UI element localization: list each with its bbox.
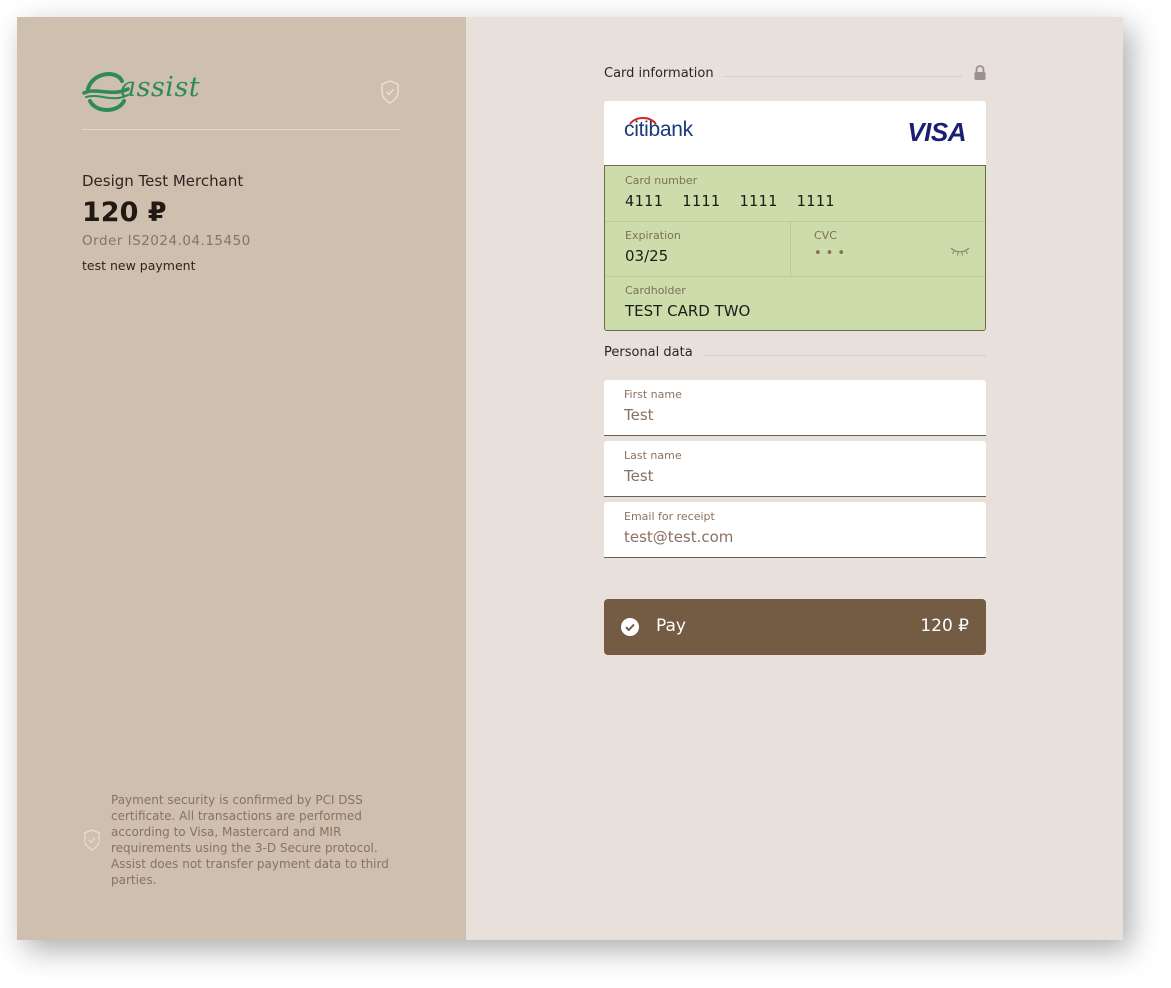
pay-button[interactable]: Pay 120 ₽: [604, 599, 986, 655]
first-name-value: Test: [624, 406, 654, 424]
card-number-value: 4111 1111 1111 1111: [625, 192, 835, 210]
cardholder-value: TEST CARD TWO: [625, 302, 751, 320]
expiration-value: 03/25: [625, 247, 669, 265]
card-number-field[interactable]: Card number 4111 1111 1111 1111: [605, 166, 985, 221]
citi-arc-icon: [629, 117, 657, 125]
expiration-label: Expiration: [625, 229, 681, 242]
email-label: Email for receipt: [624, 510, 715, 523]
card-section-title: Card information: [604, 66, 724, 81]
expiration-field[interactable]: Expiration 03/25: [605, 222, 790, 276]
card-form: citibank VISA Card number 4111 1111 1111…: [604, 101, 986, 331]
card-header: citibank VISA: [604, 101, 986, 165]
first-name-field[interactable]: First name Test: [604, 380, 986, 436]
eye-closed-icon[interactable]: [949, 245, 971, 257]
first-name-label: First name: [624, 388, 682, 401]
cvc-value: •••: [814, 246, 850, 261]
cardholder-field[interactable]: Cardholder TEST CARD TWO: [605, 277, 985, 330]
pay-button-label: Pay: [656, 616, 686, 636]
card-fields: Card number 4111 1111 1111 1111 Expirati…: [604, 165, 986, 331]
card-number-label: Card number: [625, 174, 698, 187]
cardholder-label: Cardholder: [625, 284, 686, 297]
last-name-value: Test: [624, 467, 654, 485]
personal-section-title: Personal data: [604, 345, 703, 360]
last-name-field[interactable]: Last name Test: [604, 441, 986, 497]
bank-logo: citibank: [624, 117, 693, 142]
cvc-label: CVC: [814, 229, 837, 242]
email-field[interactable]: Email for receipt test@test.com: [604, 502, 986, 558]
last-name-label: Last name: [624, 449, 682, 462]
check-circle-icon: [621, 618, 639, 636]
pay-button-amount: 120 ₽: [920, 616, 969, 636]
email-value: test@test.com: [624, 528, 734, 546]
section-divider: [700, 355, 986, 356]
lock-icon: [974, 65, 986, 80]
section-divider: [722, 76, 962, 77]
card-network-logo: VISA: [907, 117, 966, 147]
